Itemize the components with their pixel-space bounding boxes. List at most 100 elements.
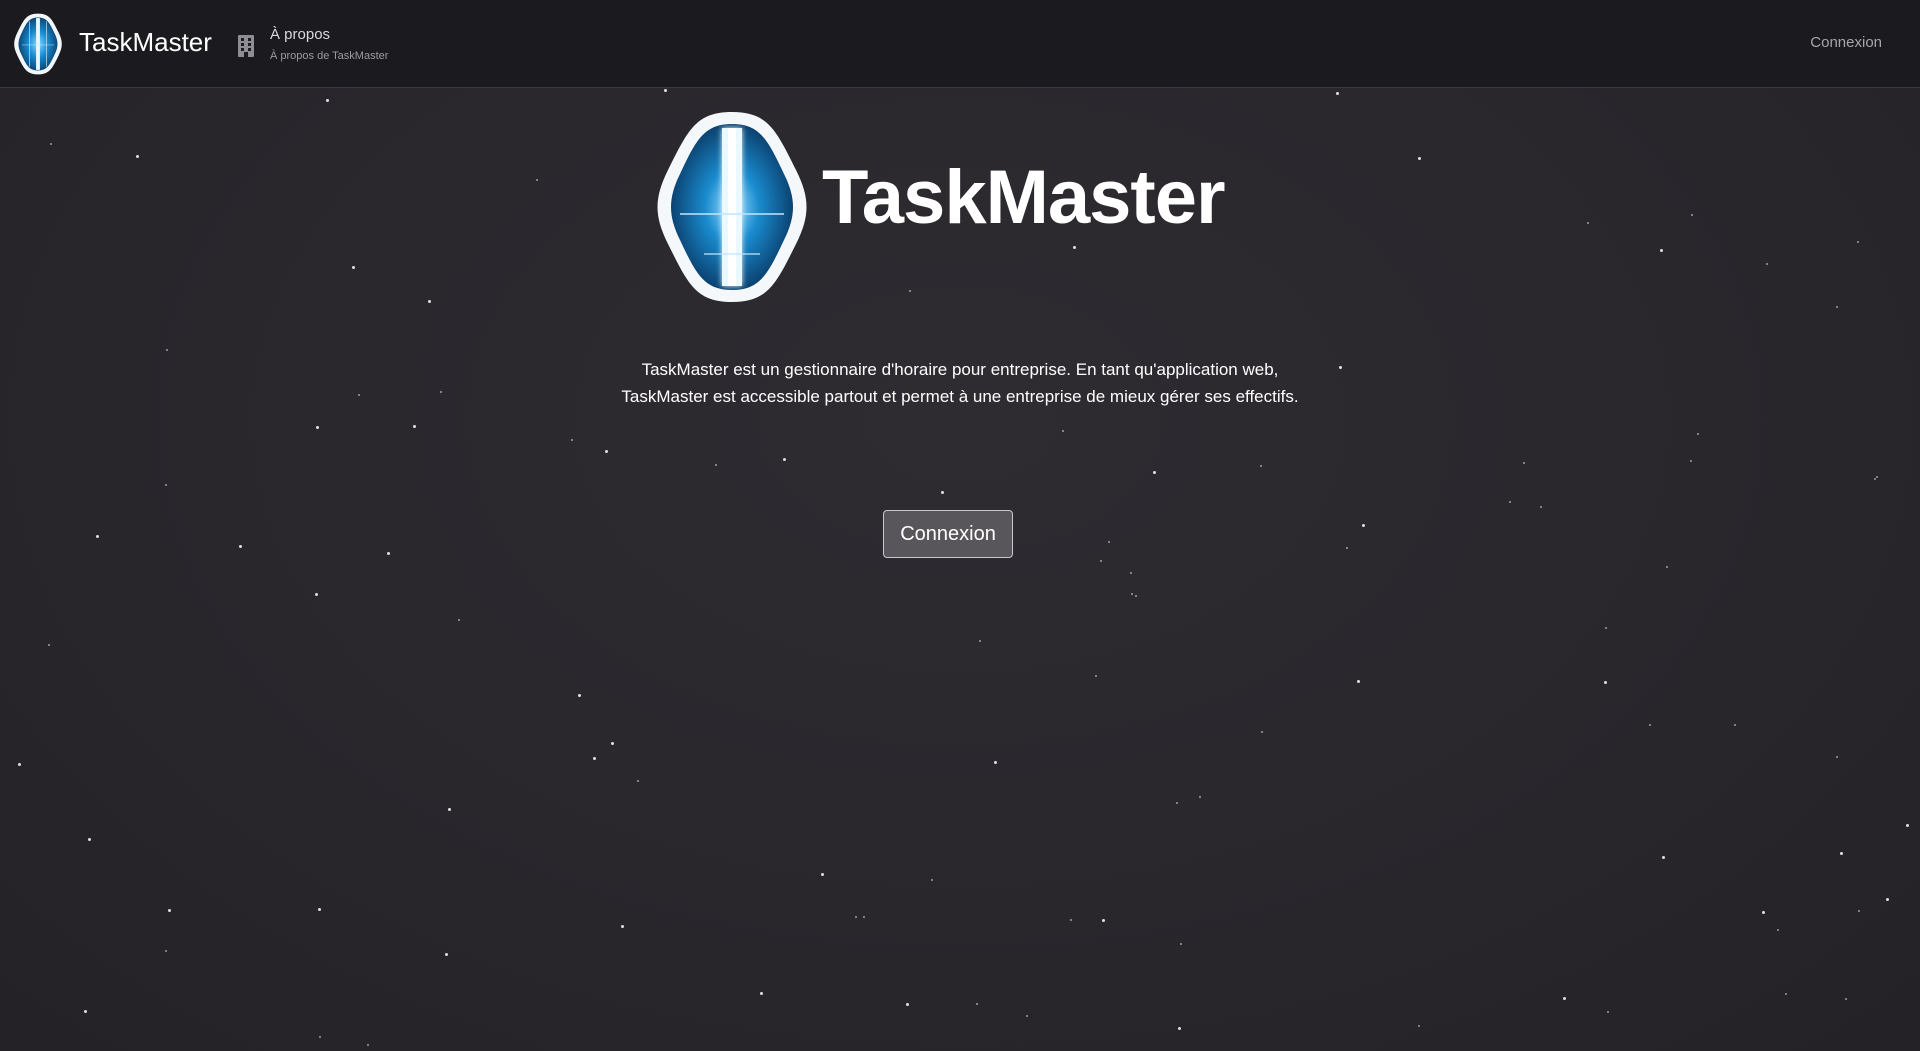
star	[821, 873, 824, 876]
star	[1840, 852, 1843, 855]
nav-login-link[interactable]: Connexion	[1810, 34, 1882, 51]
star	[621, 925, 624, 928]
star	[715, 464, 717, 466]
star	[84, 1010, 87, 1013]
star	[1131, 593, 1133, 595]
star	[166, 349, 168, 351]
star	[367, 1044, 369, 1046]
nav-about-subtitle: À propos de TaskMaster	[270, 50, 389, 62]
star	[1734, 724, 1736, 726]
star	[1130, 572, 1132, 574]
star	[1762, 911, 1765, 914]
star	[1108, 541, 1110, 543]
star	[578, 694, 581, 697]
star	[906, 1003, 909, 1006]
star	[1836, 306, 1838, 308]
star	[1176, 802, 1178, 804]
building-icon	[238, 35, 254, 57]
nav-about-title: À propos	[270, 26, 331, 43]
star	[1604, 681, 1607, 684]
star	[1135, 595, 1137, 597]
page: TaskMaster À propos À propos de TaskMast…	[0, 0, 1920, 1051]
hero-logo: TaskMaster	[656, 110, 1266, 305]
star	[18, 763, 21, 766]
star	[664, 89, 667, 92]
star	[1906, 824, 1909, 827]
star	[611, 742, 614, 745]
star	[863, 916, 865, 918]
star	[1153, 471, 1156, 474]
star	[239, 545, 242, 548]
star	[1660, 249, 1663, 252]
star	[50, 143, 52, 145]
star	[1418, 1025, 1420, 1027]
star	[326, 99, 329, 102]
star	[168, 909, 171, 912]
star	[1587, 222, 1589, 224]
star	[1178, 1027, 1181, 1030]
star	[96, 535, 99, 538]
star	[1102, 919, 1105, 922]
star	[1857, 241, 1859, 243]
star	[1260, 465, 1262, 467]
star	[352, 266, 355, 269]
star	[1691, 214, 1693, 216]
star	[1357, 680, 1360, 683]
star	[1180, 943, 1182, 945]
star	[1563, 997, 1566, 1000]
star	[783, 458, 786, 461]
star	[1523, 462, 1525, 464]
star	[1886, 898, 1889, 901]
star	[428, 300, 431, 303]
star	[136, 155, 139, 158]
star	[316, 426, 319, 429]
star	[1777, 929, 1779, 931]
star	[448, 808, 451, 811]
star	[1607, 1011, 1609, 1013]
star	[760, 992, 763, 995]
star	[458, 619, 460, 621]
star	[1649, 724, 1651, 726]
star	[1100, 560, 1102, 562]
star	[1697, 433, 1699, 435]
star	[1346, 547, 1348, 549]
star	[571, 439, 573, 441]
star	[48, 644, 50, 646]
star	[445, 953, 448, 956]
hero-title: TaskMaster	[822, 155, 1226, 240]
nav-about-link[interactable]: À propos À propos de TaskMaster	[236, 25, 388, 64]
star	[1362, 524, 1365, 527]
nav-brand[interactable]: TaskMaster	[79, 27, 212, 58]
star	[387, 552, 390, 555]
star	[1336, 92, 1339, 95]
logo-icon[interactable]	[12, 13, 64, 75]
star	[1666, 566, 1668, 568]
star	[994, 761, 997, 764]
star	[1339, 366, 1342, 369]
star	[319, 1036, 321, 1038]
star	[1261, 731, 1263, 733]
star	[1540, 506, 1542, 508]
star	[88, 838, 91, 841]
star	[593, 757, 596, 760]
star	[1070, 919, 1072, 921]
star	[358, 394, 360, 396]
star	[318, 908, 321, 911]
star	[165, 950, 167, 952]
star	[1062, 430, 1064, 432]
star	[941, 491, 944, 494]
logo-icon	[657, 112, 807, 302]
star	[1199, 796, 1201, 798]
login-button[interactable]: Connexion	[883, 510, 1013, 558]
star	[165, 484, 167, 486]
star	[931, 879, 933, 881]
star	[1418, 157, 1421, 160]
star	[1605, 627, 1607, 629]
star	[440, 391, 442, 393]
star	[1845, 998, 1847, 1000]
star	[976, 1003, 978, 1005]
star	[1095, 675, 1097, 677]
star	[605, 450, 608, 453]
star	[1836, 756, 1838, 758]
star	[315, 593, 318, 596]
